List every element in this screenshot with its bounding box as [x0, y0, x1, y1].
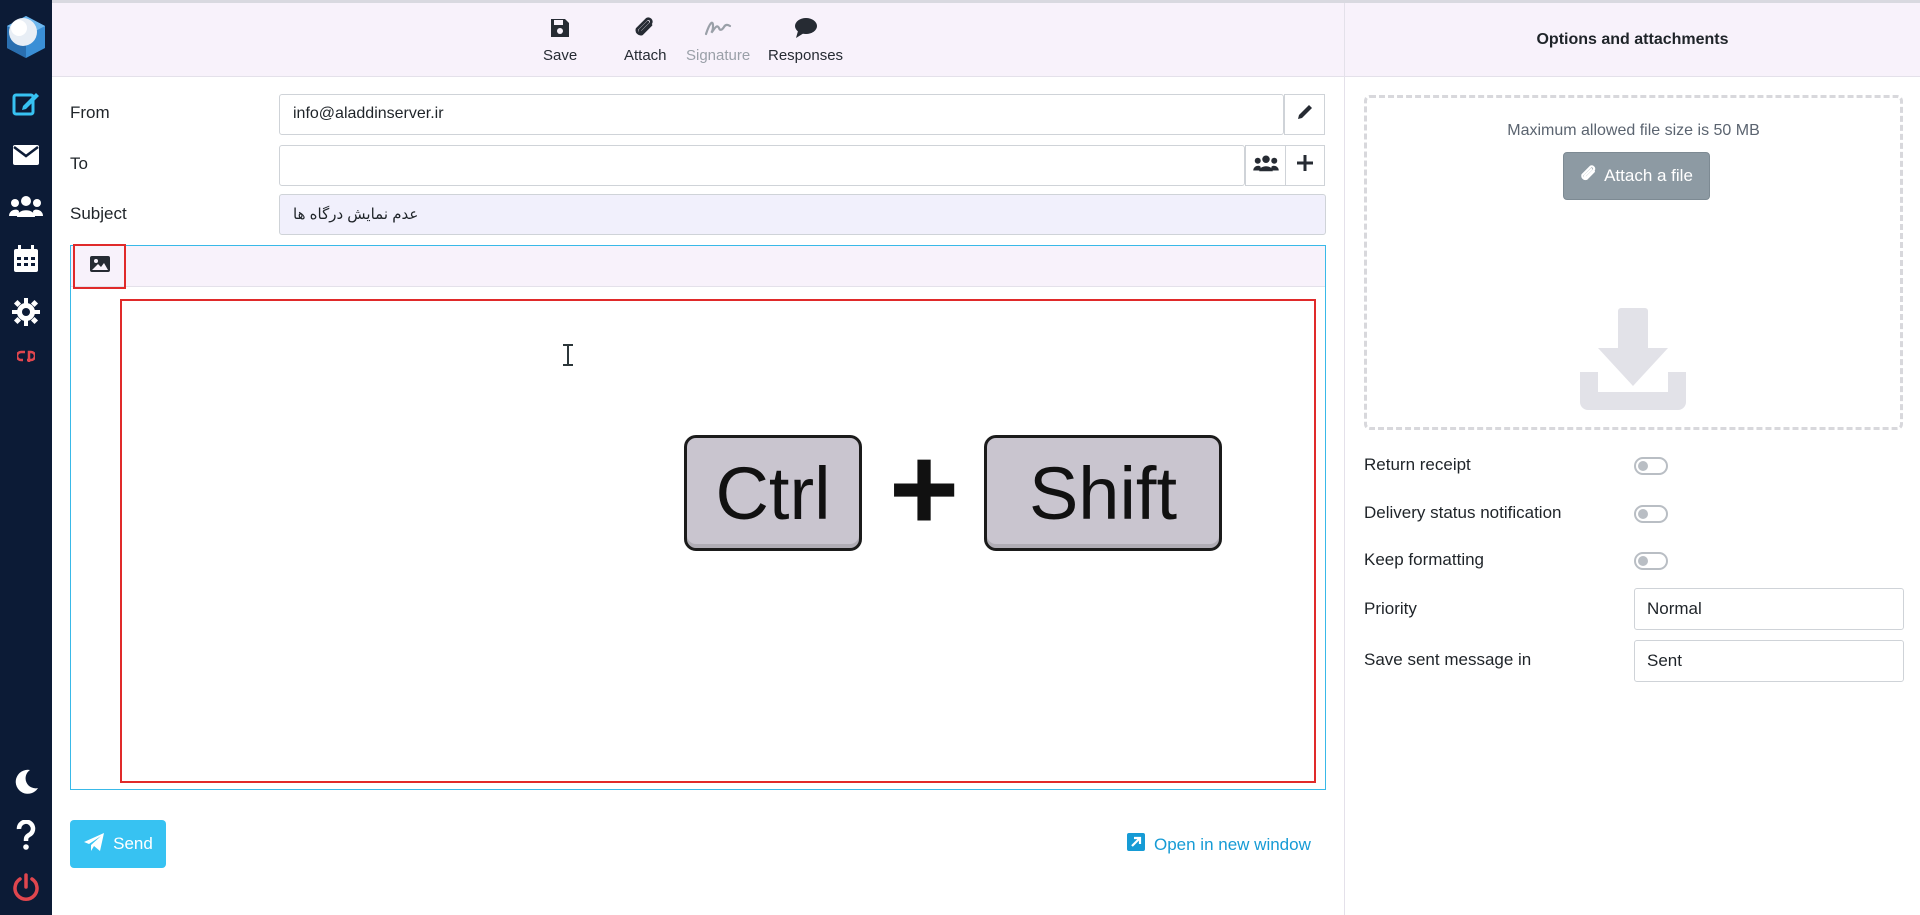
to-label: To — [70, 154, 88, 173]
attachment-dropzone[interactable]: Maximum allowed file size is 50 MB Attac… — [1364, 95, 1903, 430]
return-receipt-row: Return receipt — [1364, 445, 1904, 485]
priority-select[interactable]: Normal — [1634, 588, 1904, 630]
comment-icon — [794, 15, 818, 41]
edit-identity-button[interactable] — [1284, 94, 1325, 135]
add-contact-button[interactable] — [1245, 145, 1286, 186]
floppy-disk-icon — [550, 15, 570, 41]
nav-calendar[interactable] — [0, 239, 52, 283]
options-header: Options and attachments — [1345, 3, 1920, 77]
save-sent-label: Save sent message in — [1364, 650, 1532, 669]
paperclip-icon — [1580, 164, 1598, 189]
nav-dark-mode[interactable] — [0, 762, 52, 806]
nav-cpanel[interactable] — [0, 336, 52, 380]
attach-button[interactable]: Attach — [624, 15, 667, 71]
text-cursor-icon — [561, 343, 575, 372]
open-in-new-window-link[interactable]: Open in new window — [1126, 832, 1311, 857]
attach-file-button[interactable]: Attach a file — [1563, 152, 1710, 200]
attach-file-label: Attach a file — [1604, 166, 1693, 185]
nav-mail[interactable] — [0, 135, 52, 179]
save-label: Save — [543, 47, 578, 64]
add-header-button[interactable] — [1285, 145, 1325, 186]
open-in-new-window-label: Open in new window — [1154, 834, 1311, 854]
nav-settings[interactable] — [0, 292, 52, 336]
max-file-size-note: Maximum allowed file size is 50 MB — [1507, 122, 1760, 139]
compose-window: Save Attach Signature Responses From inf… — [0, 0, 1920, 915]
signature-label: Signature — [686, 47, 751, 64]
paperclip-icon — [634, 15, 656, 41]
attach-label: Attach — [624, 47, 667, 64]
external-link-icon — [1126, 832, 1146, 857]
priority-row: Priority Normal — [1364, 588, 1904, 630]
insert-image-button[interactable] — [73, 244, 126, 289]
responses-button[interactable]: Responses — [768, 15, 843, 71]
to-field[interactable] — [279, 145, 1245, 186]
signature-button[interactable]: Signature — [686, 15, 750, 71]
return-receipt-label: Return receipt — [1364, 455, 1471, 474]
save-sent-select[interactable]: Sent — [1634, 640, 1904, 682]
keep-formatting-label: Keep formatting — [1364, 550, 1485, 569]
delivery-status-row: Delivery status notification — [1364, 493, 1904, 533]
ctrl-key: Ctrl — [684, 435, 862, 551]
calendar-icon — [13, 244, 39, 278]
options-panel: Options and attachments Maximum allowed … — [1344, 3, 1920, 915]
power-icon — [12, 872, 40, 906]
priority-label: Priority — [1364, 599, 1417, 618]
plus-sign: + — [888, 422, 960, 556]
editor-toolbar — [71, 244, 1325, 289]
moon-icon — [12, 768, 40, 801]
save-sent-row: Save sent message in Sent — [1364, 640, 1904, 682]
delivery-status-label: Delivery status notification — [1364, 503, 1562, 522]
return-receipt-toggle[interactable] — [1634, 457, 1668, 475]
plus-icon — [1296, 154, 1314, 177]
nav-compose[interactable] — [0, 83, 52, 127]
compose-icon — [11, 88, 41, 123]
left-nav — [0, 0, 52, 915]
paper-plane-icon — [83, 832, 105, 857]
compose-toolbar: Save Attach Signature Responses — [52, 3, 1344, 77]
gear-icon — [12, 297, 40, 331]
pencil-icon — [1296, 103, 1314, 126]
image-icon — [89, 255, 111, 278]
help-icon — [16, 818, 36, 855]
save-button[interactable]: Save — [543, 15, 577, 71]
shift-key: Shift — [984, 435, 1222, 551]
nav-contacts[interactable] — [0, 186, 52, 230]
subject-field[interactable]: عدم نمایش درگاه ها — [279, 194, 1326, 235]
delivery-status-toggle[interactable] — [1634, 505, 1668, 523]
nav-help[interactable] — [0, 815, 52, 859]
subject-label: Subject — [70, 204, 127, 223]
from-label: From — [70, 103, 110, 122]
send-label: Send — [113, 834, 153, 853]
keep-formatting-toggle[interactable] — [1634, 552, 1668, 570]
mail-icon — [12, 144, 40, 171]
message-editor[interactable]: Ctrl + Shift — [70, 244, 1326, 790]
from-field[interactable]: info@aladdinserver.ir — [279, 94, 1284, 135]
send-button[interactable]: Send — [70, 820, 166, 868]
cpanel-icon — [15, 349, 37, 367]
responses-label: Responses — [768, 47, 844, 64]
message-body[interactable]: Ctrl + Shift — [120, 299, 1316, 783]
contacts-icon — [1252, 154, 1279, 177]
nav-logout[interactable] — [0, 867, 52, 911]
app-logo[interactable] — [3, 8, 49, 68]
keep-formatting-row: Keep formatting — [1364, 540, 1904, 580]
signature-icon — [704, 15, 732, 41]
contacts-icon — [9, 194, 43, 223]
download-icon — [1580, 308, 1686, 417]
